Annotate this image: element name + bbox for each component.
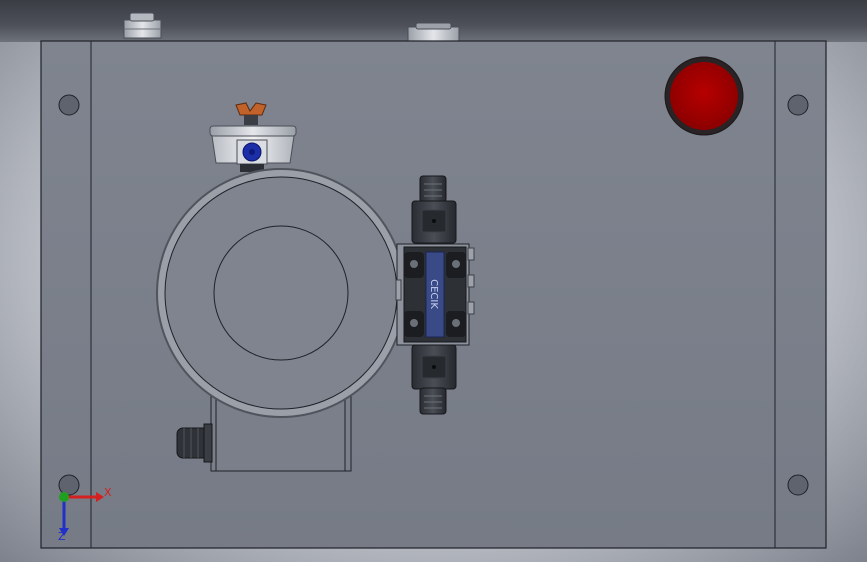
mounting-hole bbox=[787, 94, 809, 116]
cad-viewport[interactable]: CECIK X Z bbox=[0, 0, 867, 562]
emergency-stop-button bbox=[664, 56, 744, 136]
triad-origin bbox=[59, 492, 69, 502]
z-axis-label: Z bbox=[58, 530, 66, 543]
x-axis-label: X bbox=[104, 486, 112, 499]
cad-model-scene[interactable]: CECIK bbox=[0, 0, 867, 562]
valve-brand-text: CECIK bbox=[428, 279, 439, 309]
breather-cap bbox=[123, 12, 162, 39]
cable-gland bbox=[176, 423, 213, 463]
mounting-hole bbox=[58, 474, 80, 496]
filler-port bbox=[407, 22, 460, 42]
mounting-hole bbox=[58, 94, 80, 116]
mounting-hole bbox=[787, 474, 809, 496]
